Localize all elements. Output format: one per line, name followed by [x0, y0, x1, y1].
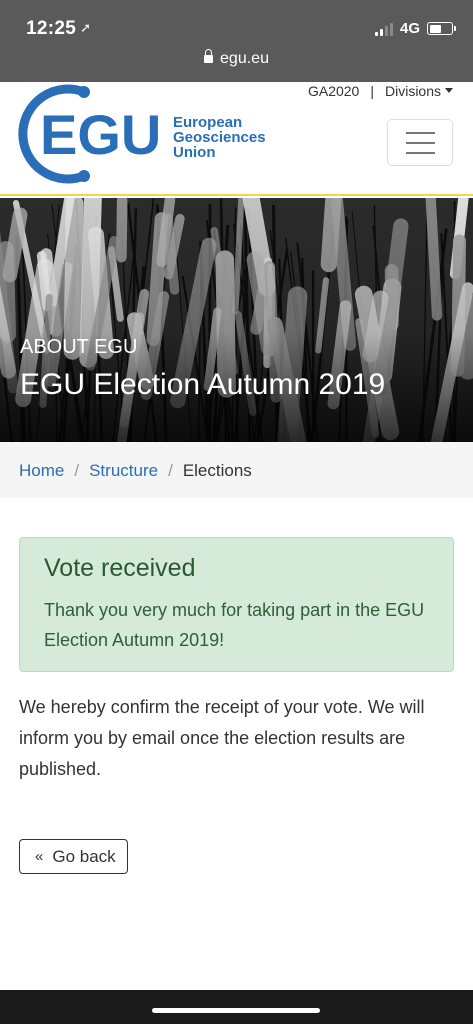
caret-down-icon: [445, 88, 453, 93]
signal-strength-icon: [374, 22, 393, 36]
double-chevron-left-icon: «: [35, 848, 44, 865]
hero-banner: ABOUT EGU EGU Election Autumn 2019: [0, 198, 473, 442]
go-back-button[interactable]: « Go back: [19, 839, 128, 874]
egu-logo[interactable]: EGU European Geosciences Union: [18, 84, 266, 186]
alert-text: Thank you very much for taking part in t…: [44, 600, 425, 650]
network-type: 4G: [399, 20, 420, 37]
browser-chrome: 12:25 ➚ 4G egu.eu: [0, 0, 473, 82]
breadcrumb-separator: /: [168, 461, 173, 480]
breadcrumb-structure[interactable]: Structure: [89, 461, 158, 480]
nav-separator: |: [370, 83, 374, 99]
address-bar[interactable]: egu.eu: [0, 49, 473, 68]
divisions-dropdown[interactable]: Divisions: [385, 83, 453, 99]
status-time-text: 12:25: [26, 18, 77, 39]
ga2020-link[interactable]: GA2020: [308, 83, 359, 99]
url-text: egu.eu: [220, 50, 269, 67]
frost-grass-image: [0, 198, 473, 442]
page-title: EGU Election Autumn 2019: [20, 368, 386, 401]
breadcrumb: Home / Structure / Elections: [0, 442, 473, 498]
alert-heading: Vote received: [44, 554, 196, 582]
battery-icon: [427, 22, 456, 35]
logo-word-2: Geosciences: [173, 129, 266, 146]
breadcrumb-current: Elections: [182, 461, 252, 480]
hamburger-icon[interactable]: [387, 119, 453, 166]
location-arrow-icon: ➚: [80, 20, 92, 35]
lock-icon: [204, 49, 214, 63]
breadcrumb-separator: /: [74, 461, 80, 480]
logo-wordmark: European Geosciences Union: [173, 115, 266, 160]
site-header: GA2020 | Divisions EGU European Geoscien…: [0, 82, 473, 196]
home-indicator[interactable]: [152, 1008, 320, 1013]
status-time: 12:25 ➚: [26, 18, 91, 40]
logo-word-3: Union: [173, 144, 216, 161]
logo-word-1: European: [173, 114, 243, 131]
top-nav: GA2020 | Divisions: [308, 83, 453, 99]
success-alert: Vote received Thank you very much for ta…: [19, 537, 454, 672]
divisions-label: Divisions: [384, 83, 441, 99]
bottom-toolbar: [0, 990, 473, 1024]
hero-kicker: ABOUT EGU: [20, 336, 138, 358]
go-back-label: Go back: [52, 846, 116, 866]
breadcrumb-home[interactable]: Home: [19, 461, 64, 480]
confirmation-text: We hereby confirm the receipt of your vo…: [19, 697, 425, 779]
status-indicators: 4G: [374, 20, 456, 37]
logo-letters: EGU: [40, 103, 161, 166]
